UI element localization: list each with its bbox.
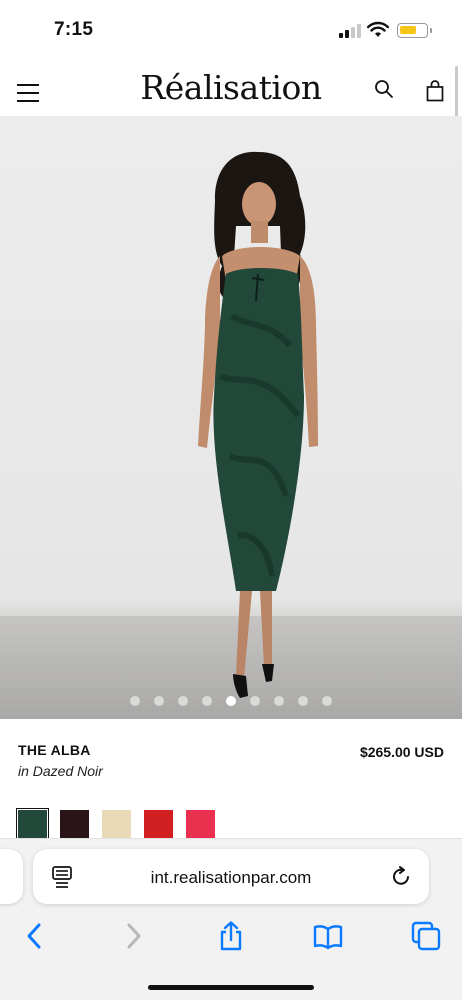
- battery-icon: [397, 23, 432, 38]
- swatch-pink-print[interactable]: [186, 810, 215, 839]
- carousel-dot[interactable]: [178, 696, 188, 706]
- product-price: $265.00 USD: [359, 744, 444, 760]
- home-indicator: [148, 985, 314, 990]
- cellular-signal-icon: [339, 24, 361, 38]
- carousel-dot[interactable]: [322, 696, 332, 706]
- bookmarks-icon[interactable]: [313, 921, 343, 951]
- wifi-icon: [367, 21, 389, 37]
- carousel-dot[interactable]: [226, 696, 236, 706]
- carousel-dot[interactable]: [274, 696, 284, 706]
- safari-toolbar: int.realisationpar.com: [0, 838, 462, 1000]
- product-image-carousel[interactable]: [0, 116, 462, 719]
- carousel-dot[interactable]: [298, 696, 308, 706]
- search-icon[interactable]: [374, 79, 394, 99]
- swatch-red-dots[interactable]: [60, 810, 89, 839]
- bag-icon[interactable]: [426, 80, 444, 102]
- product-name: THE ALBA: [18, 742, 91, 758]
- color-swatches: [16, 808, 215, 841]
- back-icon[interactable]: [20, 921, 50, 951]
- carousel-dot[interactable]: [250, 696, 260, 706]
- product-color-name: in Dazed Noir: [18, 763, 103, 779]
- swatch-red-print[interactable]: [144, 810, 173, 839]
- carousel-pagination: [0, 696, 462, 706]
- carousel-dot[interactable]: [202, 696, 212, 706]
- url-text[interactable]: int.realisationpar.com: [33, 868, 429, 888]
- status-bar: 7:15: [0, 0, 462, 58]
- swatch-dazed-noir[interactable]: [16, 808, 49, 841]
- site-header: Réalisation: [0, 58, 462, 116]
- address-bar[interactable]: int.realisationpar.com: [33, 849, 429, 904]
- reload-icon[interactable]: [391, 866, 412, 887]
- share-icon[interactable]: [216, 921, 246, 951]
- status-time: 7:15: [54, 19, 94, 40]
- previous-tab-preview[interactable]: [0, 849, 23, 904]
- forward-icon[interactable]: [118, 921, 148, 951]
- tabs-icon[interactable]: [411, 921, 441, 951]
- carousel-dot[interactable]: [154, 696, 164, 706]
- product-photo-model: [198, 151, 318, 698]
- swatch-floral-cream[interactable]: [102, 810, 131, 839]
- carousel-dot[interactable]: [130, 696, 140, 706]
